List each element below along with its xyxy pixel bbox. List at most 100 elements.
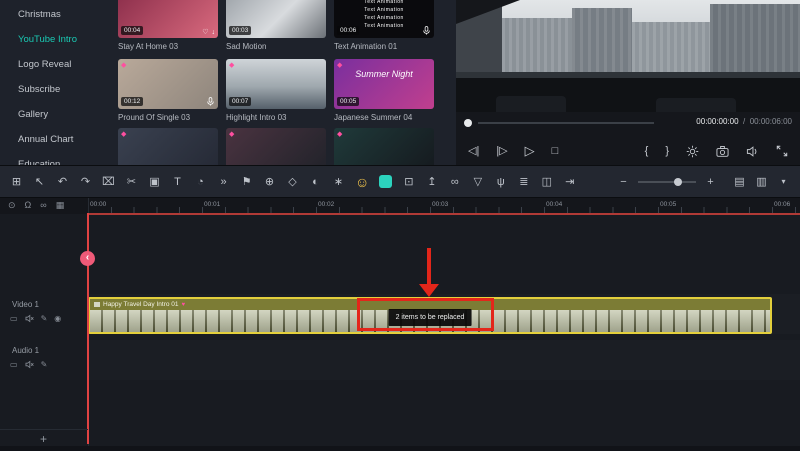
- select-cursor-icon[interactable]: ↖: [33, 174, 46, 190]
- snapshot-icon[interactable]: ◫: [540, 174, 553, 190]
- mark-out-icon[interactable]: }: [665, 144, 669, 158]
- folder-icon[interactable]: ▭: [10, 360, 18, 369]
- mark-in-icon[interactable]: {: [645, 144, 649, 158]
- sidebar-item-education[interactable]: Education: [0, 152, 112, 165]
- sidebar-item-gallery[interactable]: Gallery: [0, 102, 112, 127]
- card-action-icons[interactable]: [206, 96, 215, 107]
- template-card[interactable]: ◆: [334, 128, 434, 165]
- scene-building: [710, 4, 800, 78]
- zoom-slider[interactable]: [638, 177, 696, 186]
- sidebar-item-logo-reveal[interactable]: Logo Reveal: [0, 52, 112, 77]
- split-scissors-icon[interactable]: ✂: [125, 174, 138, 190]
- playhead-line[interactable]: [87, 213, 89, 444]
- template-card[interactable]: ◆ 00:07: [226, 59, 326, 109]
- template-card[interactable]: ◆ Summer Night 00:05: [334, 59, 434, 109]
- playhead-handle[interactable]: ‹: [80, 251, 95, 266]
- text-tool-icon[interactable]: T: [171, 174, 184, 190]
- fullscreen-icon[interactable]: [776, 145, 788, 157]
- seek-bar[interactable]: [478, 122, 654, 124]
- ruler-label: 00:01: [204, 201, 221, 208]
- effects-icon[interactable]: ∗: [332, 174, 345, 190]
- zoom-out-icon[interactable]: −: [617, 174, 630, 190]
- timeline-ruler[interactable]: ⊙ Ω ∞ ▦ 00:00 00:01 00:02 00:03 00:04 00…: [0, 198, 800, 214]
- more-caret-icon[interactable]: ▾: [777, 174, 790, 190]
- marker-icon[interactable]: ⚑: [240, 174, 253, 190]
- keyframe-icon[interactable]: ◇: [286, 174, 299, 190]
- plugin-icon[interactable]: ⊡: [402, 174, 415, 190]
- transition-icon[interactable]: »: [217, 174, 230, 190]
- current-time: 00:00:00:00: [696, 117, 739, 126]
- preview-panel: 00:00:00:00 / 00:00:06:00 ◁| |▷ ▷ □ { }: [456, 0, 800, 165]
- template-card[interactable]: 00:03: [226, 0, 326, 38]
- voiceover-mic-icon[interactable]: [206, 96, 215, 107]
- export-frame-icon[interactable]: ↥: [425, 174, 438, 190]
- sidebar-item-annual-chart[interactable]: Annual Chart: [0, 127, 112, 152]
- audio-lane[interactable]: [88, 340, 800, 380]
- auto-ripple-icon[interactable]: ⇥: [563, 174, 576, 190]
- sidebar-item-youtube-intro[interactable]: YouTube Intro: [0, 27, 112, 52]
- link-clips-icon[interactable]: ∞: [40, 200, 46, 211]
- voiceover-mic-icon[interactable]: ψ: [494, 174, 507, 190]
- previous-frame-button[interactable]: ◁|: [468, 144, 479, 158]
- speed-icon[interactable]: ◔: [194, 174, 207, 190]
- download-icon[interactable]: ↓: [212, 29, 216, 36]
- seek-handle[interactable]: [464, 119, 472, 127]
- next-frame-button[interactable]: |▷: [496, 144, 507, 158]
- render-preview-icon[interactable]: ▦: [56, 200, 65, 211]
- snapshot-camera-icon[interactable]: [716, 145, 729, 158]
- premium-gem-icon: ◆: [229, 131, 235, 138]
- zoom-in-icon[interactable]: +: [704, 174, 717, 190]
- zoom-slider-knob[interactable]: [674, 177, 682, 186]
- voiceover-mic-icon[interactable]: [422, 25, 431, 36]
- undo-icon[interactable]: ↶: [56, 174, 69, 190]
- card-action-icons[interactable]: ♡ ↓: [202, 28, 216, 37]
- template-card[interactable]: Text Animation Text Animation Text Anima…: [334, 0, 434, 38]
- card-overlay-text: Summer Night: [355, 69, 413, 79]
- template-category-sidebar: Christmas YouTube Intro Logo Reveal Subs…: [0, 2, 112, 165]
- timeline-scrollbar[interactable]: [0, 446, 800, 451]
- snap-magnet-icon[interactable]: Ω: [25, 200, 32, 211]
- mute-speaker-icon[interactable]: [25, 360, 34, 369]
- template-card[interactable]: ◆: [118, 128, 218, 165]
- stop-button[interactable]: □: [552, 144, 559, 158]
- scene-building: [502, 18, 572, 78]
- mask-icon[interactable]: ◐: [309, 174, 322, 190]
- seat-shape: [496, 96, 566, 112]
- green-screen-icon[interactable]: [379, 175, 393, 188]
- crop-icon[interactable]: ▣: [148, 174, 161, 190]
- timeline-view-controls: ▤ ▥ ▾: [733, 174, 790, 190]
- track-height-icon[interactable]: ▤: [733, 174, 746, 190]
- template-card-label: Japanese Summer 04: [334, 113, 413, 122]
- template-card[interactable]: 00:04 ♡ ↓: [118, 0, 218, 38]
- redo-icon[interactable]: ↷: [79, 174, 92, 190]
- sticker-emoji-icon[interactable]: ☺: [355, 174, 369, 190]
- track-fx-icon[interactable]: ✎: [41, 360, 48, 369]
- track-fx-icon[interactable]: ✎: [41, 314, 48, 323]
- shield-icon[interactable]: ▽: [471, 174, 484, 190]
- favorite-heart-icon[interactable]: ♡: [202, 28, 208, 36]
- template-card[interactable]: ◆: [226, 128, 326, 165]
- timeline-gutter-icons: ⊙ Ω ∞ ▦: [8, 200, 64, 211]
- play-button[interactable]: ▷: [525, 144, 535, 158]
- card-action-icons[interactable]: [422, 25, 431, 36]
- sidebar-item-christmas[interactable]: Christmas: [0, 2, 112, 27]
- folder-icon[interactable]: ▭: [10, 314, 18, 323]
- template-card-label: Stay At Home 03: [118, 42, 179, 51]
- media-icon[interactable]: ⊞: [10, 174, 23, 190]
- link-icon[interactable]: ∞: [448, 174, 461, 190]
- premium-gem-icon: ◆: [121, 131, 127, 138]
- add-track-button[interactable]: +: [40, 432, 47, 446]
- audio-mixer-icon[interactable]: ≣: [517, 174, 530, 190]
- layout-icon[interactable]: ▥: [755, 174, 768, 190]
- preview-video[interactable]: [456, 0, 800, 112]
- track-visibility-eye-icon[interactable]: ◉: [54, 314, 61, 323]
- timeline-settings-icon[interactable]: ⊙: [8, 200, 16, 211]
- motion-track-icon[interactable]: ⊕: [263, 174, 276, 190]
- delete-icon[interactable]: ⌧: [102, 174, 115, 190]
- window-corner: [456, 0, 520, 24]
- speaker-icon[interactable]: [746, 145, 759, 158]
- preview-settings-gear-icon[interactable]: [686, 145, 699, 158]
- sidebar-item-subscribe[interactable]: Subscribe: [0, 77, 112, 102]
- template-card[interactable]: ◆ 00:12: [118, 59, 218, 109]
- mute-speaker-icon[interactable]: [25, 314, 34, 323]
